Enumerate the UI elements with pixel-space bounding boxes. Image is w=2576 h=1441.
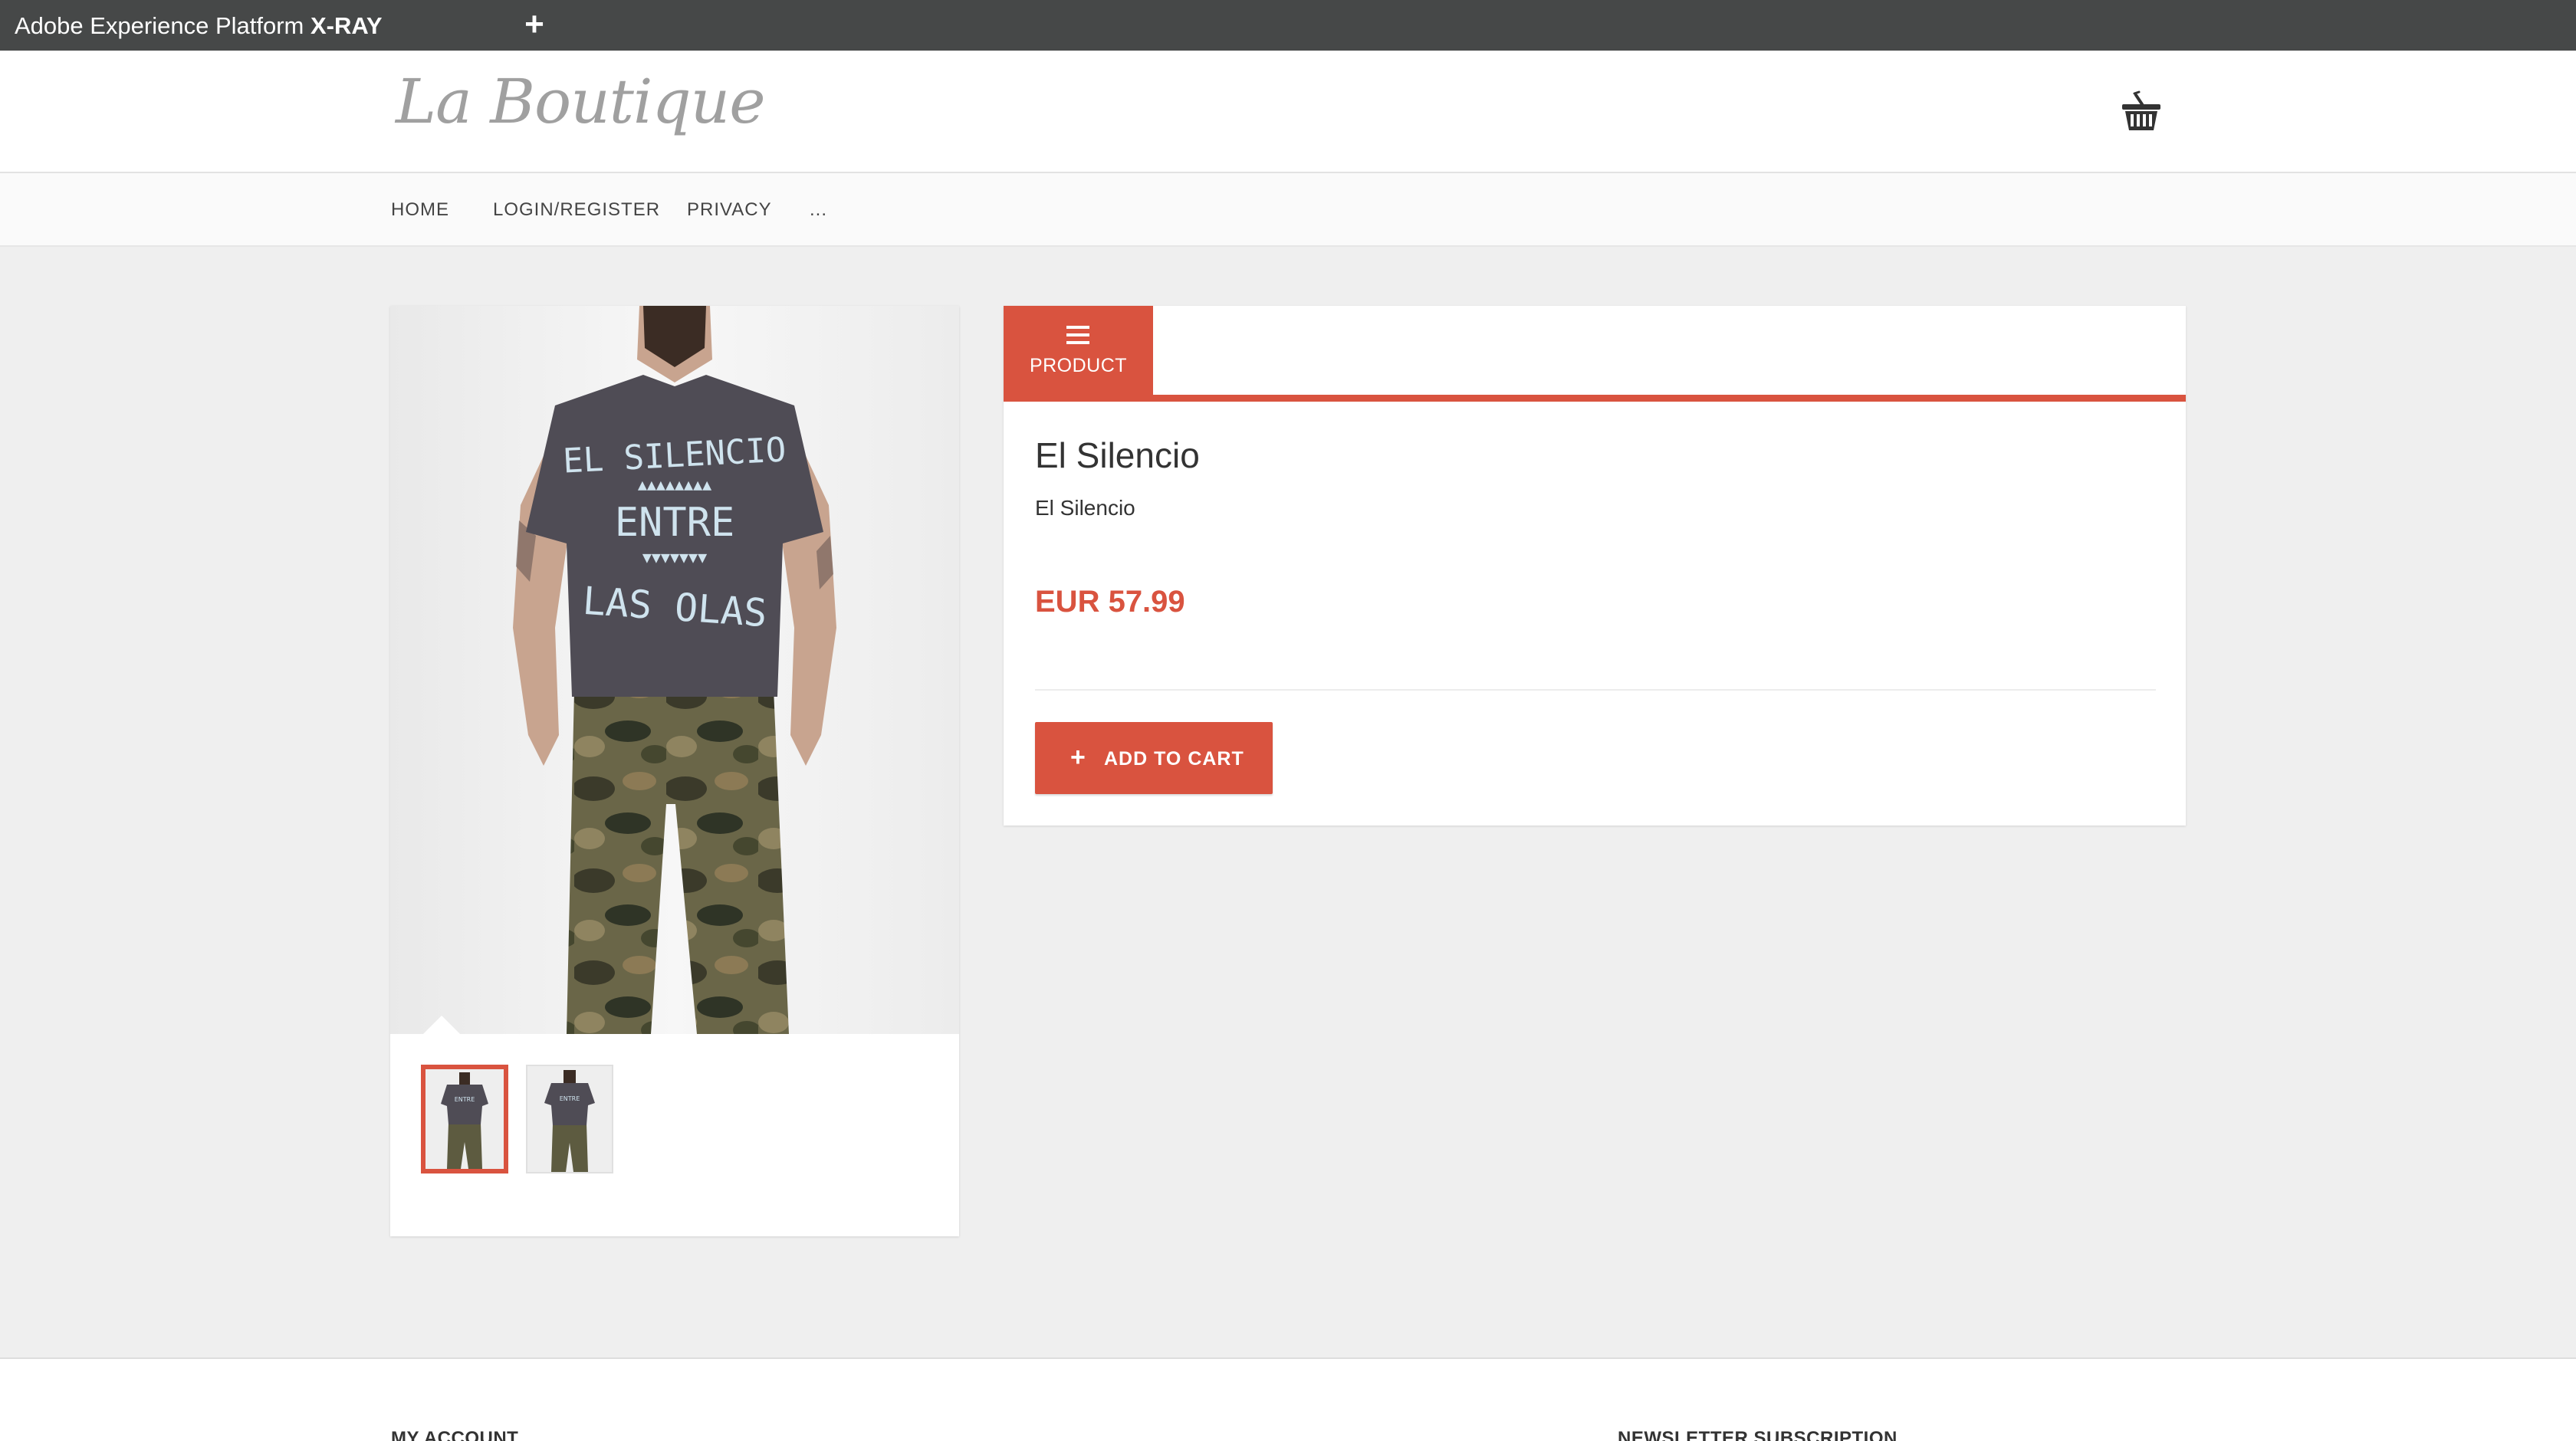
nav-item-more[interactable]: ... (810, 173, 827, 245)
nav-item-login-register[interactable]: LOGIN/REGISTER (493, 173, 660, 245)
thumbnail-front[interactable]: ENTRE (421, 1065, 508, 1173)
selected-thumbnail-pointer (423, 1016, 460, 1034)
product-gallery: EL SILENCIO ▲▲▲▲▲▲▲▲ ENTRE ▼▼▼▼▼▼▼ LAS O… (390, 306, 959, 1236)
add-to-cart-label: ADD TO CART (1104, 748, 1244, 770)
add-to-cart-button[interactable]: + ADD TO CART (1035, 722, 1273, 794)
svg-text:▼▼▼▼▼▼▼: ▼▼▼▼▼▼▼ (642, 548, 707, 566)
thumbnail-back[interactable]: ENTRE (526, 1065, 613, 1173)
main-nav: HOME LOGIN/REGISTER PRIVACY ... (0, 173, 2576, 247)
svg-text:ENTRE: ENTRE (455, 1096, 475, 1103)
site-header: La Boutique (0, 51, 2576, 173)
site-logo[interactable]: La Boutique (396, 66, 766, 137)
basket-icon[interactable] (2119, 90, 2164, 133)
add-tab-button[interactable]: + (520, 8, 549, 41)
tab-underline (1004, 395, 2186, 402)
product-panel: PRODUCT El Silencio El Silencio EUR 57.9… (1004, 306, 2186, 826)
nav-item-home[interactable]: HOME (391, 173, 449, 245)
svg-text:ENTRE: ENTRE (560, 1095, 580, 1102)
xray-title-prefix: Adobe Experience Platform (15, 12, 310, 39)
nav-item-privacy[interactable]: PRIVACY (687, 173, 772, 245)
xray-title-bold: X-RAY (310, 12, 383, 39)
divider (1035, 689, 2156, 691)
product-main-image[interactable]: EL SILENCIO ▲▲▲▲▲▲▲▲ ENTRE ▼▼▼▼▼▼▼ LAS O… (390, 306, 959, 1034)
xray-title: Adobe Experience Platform X-RAY (15, 0, 383, 51)
footer-heading-newsletter: NEWSLETTER SUBSCRIPTION (1618, 1428, 1898, 1441)
site-footer: MY ACCOUNT NEWSLETTER SUBSCRIPTION (0, 1357, 2576, 1441)
product-price: EUR 57.99 (1035, 585, 1185, 619)
menu-icon (1066, 326, 1089, 344)
product-title: El Silencio (1035, 435, 1200, 475)
plus-icon: + (1070, 743, 1086, 772)
footer-heading-my-account: MY ACCOUNT (391, 1428, 519, 1441)
svg-text:▲▲▲▲▲▲▲▲: ▲▲▲▲▲▲▲▲ (638, 475, 711, 494)
xray-toolbar: Adobe Experience Platform X-RAY + (0, 0, 2576, 51)
tab-product[interactable]: PRODUCT (1004, 306, 1153, 398)
product-description: El Silencio (1035, 496, 1135, 520)
svg-text:ENTRE: ENTRE (615, 500, 735, 546)
tab-product-label: PRODUCT (1029, 355, 1128, 376)
